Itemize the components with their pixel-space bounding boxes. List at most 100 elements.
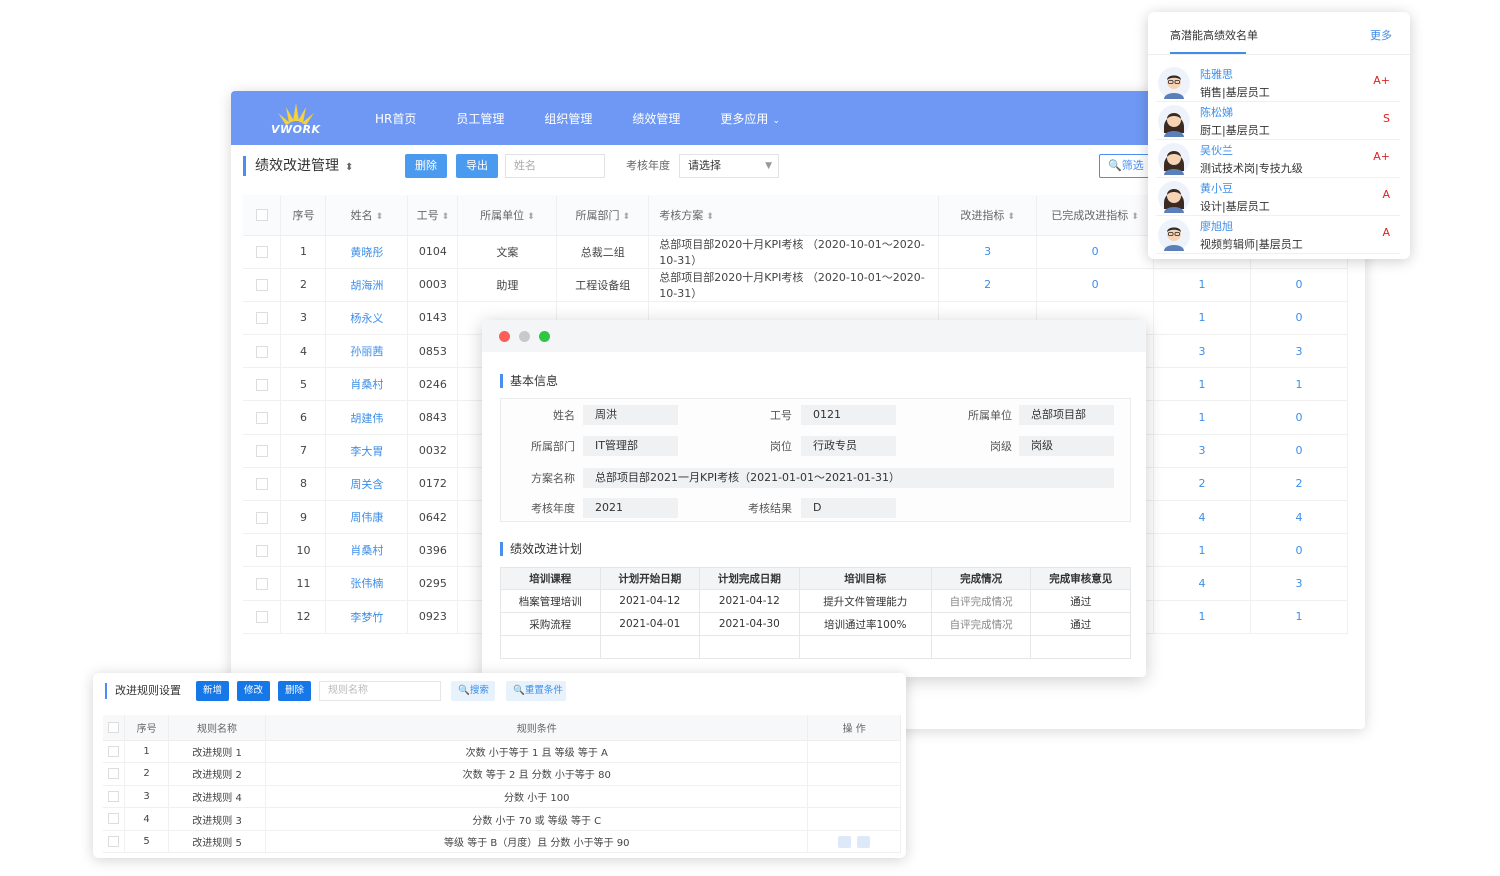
cell-c10[interactable]: 0	[1250, 301, 1349, 336]
header-select-all[interactable]	[243, 195, 282, 236]
header-id[interactable]: 工号 ⬍	[407, 195, 459, 236]
cell-c10[interactable]: 0	[1250, 533, 1349, 568]
cell-name[interactable]: 李大胃	[325, 434, 409, 468]
person-name[interactable]: 黄小豆	[1200, 180, 1233, 196]
filter-button[interactable]: 🔍筛选	[1099, 154, 1153, 178]
cell-name[interactable]: 黄晓彤	[325, 235, 409, 269]
cell-name[interactable]: 肖桑村	[325, 367, 409, 402]
name-search-input[interactable]: 姓名	[505, 154, 605, 178]
cell-c9[interactable]: 1	[1153, 533, 1251, 568]
cell-c10[interactable]: 1	[1250, 367, 1349, 402]
checkbox[interactable]	[255, 279, 268, 292]
cell-c9[interactable]: 3	[1153, 334, 1251, 369]
cell-idx[interactable]: 3	[938, 235, 1038, 269]
list-item[interactable]: 黄小豆 设计|基层员工 A	[1156, 178, 1400, 216]
cell-c9[interactable]: 4	[1153, 500, 1251, 535]
cell-c10[interactable]: 4	[1250, 500, 1349, 535]
maximize-dot-icon[interactable]	[539, 331, 550, 342]
cell-c10[interactable]: 0	[1250, 268, 1349, 302]
cell-c10[interactable]: 0	[1250, 400, 1349, 435]
cell-done[interactable]: 0	[1036, 235, 1155, 269]
table-row[interactable]: 3 改进规则 4 分数 小于 100	[103, 785, 901, 809]
person-name[interactable]: 陆雅思	[1200, 66, 1233, 82]
checkbox[interactable]	[255, 312, 268, 325]
checkbox[interactable]	[108, 768, 120, 780]
checkbox[interactable]	[255, 611, 268, 624]
checkbox[interactable]	[255, 544, 268, 557]
table-row[interactable]: 1 改进规则 1 次数 小于等于 1 且 等级 等于 A	[103, 740, 901, 764]
header-unit[interactable]: 所属单位 ⬍	[457, 195, 558, 236]
list-item[interactable]: 陆雅思 销售|基层员工 A+	[1156, 64, 1400, 102]
cell-name[interactable]: 胡建伟	[325, 400, 409, 435]
cell-name[interactable]: 孙丽茜	[325, 334, 409, 369]
checkbox[interactable]	[255, 478, 268, 491]
year-select[interactable]: 请选择 ▼	[679, 154, 779, 178]
nav-hr-home[interactable]: HR首页	[375, 110, 416, 127]
header-dept[interactable]: 所属部门 ⬍	[556, 195, 650, 236]
person-name[interactable]: 吴伙兰	[1200, 142, 1233, 158]
nav-employee[interactable]: 员工管理	[456, 110, 504, 127]
cell-c10[interactable]: 1	[1250, 600, 1349, 634]
nav-more-apps[interactable]: 更多应用 ⌄	[720, 110, 780, 127]
cell-done[interactable]: 0	[1036, 268, 1155, 302]
sort-icon[interactable]: ⬍	[345, 162, 353, 173]
list-item[interactable]: 廖旭旭 视频剪辑师|基层员工 A	[1156, 216, 1400, 254]
cell-c10[interactable]: 3	[1250, 566, 1349, 601]
person-name[interactable]: 廖旭旭	[1200, 218, 1233, 234]
nav-performance[interactable]: 绩效管理	[632, 110, 680, 127]
cell-c9[interactable]: 1	[1153, 600, 1251, 634]
cell-name[interactable]: 张伟楠	[325, 566, 409, 601]
checkbox[interactable]	[108, 813, 120, 825]
edit-rule-button[interactable]: 修改	[237, 681, 270, 701]
header-plan[interactable]: 考核方案 ⬍	[648, 195, 940, 236]
minimize-dot-icon[interactable]	[519, 331, 530, 342]
list-item[interactable]: 吴伙兰 测试技术岗|专技九级 A+	[1156, 140, 1400, 178]
cell-name[interactable]: 李梦竹	[325, 600, 409, 634]
checkbox[interactable]	[255, 378, 268, 391]
delete-button[interactable]: 删除	[405, 154, 447, 178]
header-name[interactable]: 姓名 ⬍	[325, 195, 409, 236]
header-index[interactable]: 改进指标 ⬍	[938, 195, 1038, 236]
checkbox[interactable]	[108, 745, 120, 757]
cell-name[interactable]: 杨永义	[325, 301, 409, 336]
cell-c9[interactable]: 2	[1153, 467, 1251, 502]
rules-header-select[interactable]	[103, 715, 126, 741]
table-row[interactable]: 5 改进规则 5 等级 等于 B（月度）且 分数 小于等于 90	[103, 830, 901, 854]
cell-name[interactable]: 肖桑村	[325, 533, 409, 568]
table-row[interactable]: 2 改进规则 2 次数 等于 2 且 分数 小于等于 80	[103, 762, 901, 786]
checkbox[interactable]	[255, 445, 268, 458]
header-done[interactable]: 已完成改进指标 ⬍	[1036, 195, 1155, 236]
table-row[interactable]: 4 改进规则 3 分数 小于 70 或 等级 等于 C	[103, 807, 901, 831]
cell-c9[interactable]: 1	[1153, 301, 1251, 336]
cell-name[interactable]: 周伟康	[325, 500, 409, 535]
checkbox[interactable]	[108, 790, 120, 802]
delete-rule-button[interactable]: 删除	[278, 681, 311, 701]
checkbox[interactable]	[255, 209, 268, 222]
cell-c10[interactable]: 0	[1250, 434, 1349, 468]
more-link[interactable]: 更多	[1370, 27, 1392, 43]
person-name[interactable]: 陈松娣	[1200, 104, 1233, 120]
cell-c9[interactable]: 3	[1153, 434, 1251, 468]
new-rule-button[interactable]: 新增	[196, 681, 229, 701]
edit-icon[interactable]	[838, 835, 852, 848]
nav-org[interactable]: 组织管理	[544, 110, 592, 127]
search-button[interactable]: 🔍搜索	[451, 681, 495, 701]
cell-c9[interactable]: 1	[1153, 367, 1251, 402]
close-dot-icon[interactable]	[499, 331, 510, 342]
plan-status[interactable]: 自评完成情况	[930, 612, 1032, 636]
reset-button[interactable]: 🔍重置条件	[506, 681, 566, 701]
checkbox[interactable]	[255, 511, 268, 524]
checkbox[interactable]	[255, 246, 268, 259]
rule-name-input[interactable]: 规则名称	[319, 681, 441, 701]
cell-name[interactable]: 周关含	[325, 467, 409, 502]
checkbox[interactable]	[255, 412, 268, 425]
cell-idx[interactable]: 2	[938, 268, 1038, 302]
checkbox[interactable]	[108, 721, 120, 733]
export-button[interactable]: 导出	[456, 154, 498, 178]
checkbox[interactable]	[108, 835, 120, 847]
table-row[interactable]: 2 胡海洲 0003 助理 工程设备组 总部项目部2020十月KPI考核 （2020-10…	[243, 268, 1349, 302]
plan-status[interactable]: 自评完成情况	[930, 589, 1032, 613]
trash-icon[interactable]	[857, 835, 871, 848]
cell-c10[interactable]: 2	[1250, 467, 1349, 502]
cell-name[interactable]: 胡海洲	[325, 268, 409, 302]
